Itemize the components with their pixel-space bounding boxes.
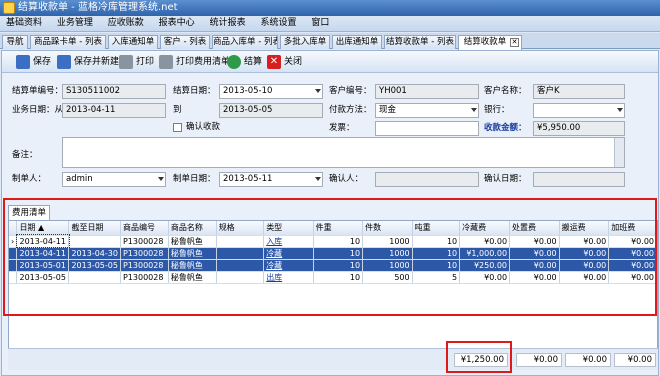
- print-button[interactable]: 打印: [119, 54, 154, 70]
- confirm-date-field[interactable]: [533, 172, 625, 187]
- remark-textarea[interactable]: [62, 137, 625, 168]
- window-titlebar: 结算收款单 - 蓝格冷库管理系统.net: [0, 0, 660, 16]
- pay-method-label: 付款方法：: [329, 105, 372, 115]
- highlight-sum-box: [446, 341, 512, 373]
- tab-settlement[interactable]: 结算收款单 ✕: [458, 35, 522, 50]
- maker-select[interactable]: admin: [62, 172, 166, 187]
- settle-button[interactable]: 结算: [227, 54, 262, 70]
- menu-item-reports[interactable]: 报表中心: [153, 16, 201, 31]
- save-and-new-button[interactable]: 保存并新建: [57, 54, 119, 70]
- printer-icon: [119, 55, 133, 69]
- confirm-date-label: 确认日期：: [484, 174, 527, 184]
- bank-label: 银行：: [484, 105, 510, 115]
- chevron-down-icon: [158, 177, 164, 181]
- tab-customer-list[interactable]: 客户 - 列表: [160, 35, 210, 49]
- tab-stack-card-list[interactable]: 商品跺卡单 - 列表: [30, 35, 106, 49]
- tab-multi-inbound[interactable]: 多批入库单: [280, 35, 330, 49]
- remark-label: 备注：: [12, 150, 38, 160]
- save-button[interactable]: 保存: [16, 54, 51, 70]
- chevron-down-icon: [617, 108, 623, 112]
- received-amount-field[interactable]: ¥5,950.00: [533, 121, 625, 136]
- customer-name-field[interactable]: 客户K: [533, 84, 625, 99]
- biz-date-from-field[interactable]: 2013-04-11: [62, 103, 166, 118]
- tab-inbound-notice[interactable]: 入库通知单: [108, 35, 158, 49]
- to-label: 到: [173, 105, 182, 115]
- tab-inbound-list[interactable]: 商品入库单 - 列表: [212, 35, 278, 49]
- invoice-field[interactable]: [375, 121, 479, 136]
- chevron-down-icon: [315, 177, 321, 181]
- confirmer-label: 确认人：: [329, 174, 364, 184]
- customer-code-label: 客户编号：: [329, 86, 372, 96]
- floppy-disk-plus-icon: [57, 55, 71, 69]
- close-icon: ✕: [267, 55, 281, 69]
- chevron-down-icon: [471, 108, 477, 112]
- sum-handling-fee: ¥0.00: [565, 353, 611, 367]
- tab-navigation[interactable]: 导航: [2, 35, 28, 49]
- biz-date-to-field[interactable]: 2013-05-05: [219, 103, 323, 118]
- tab-settlement-list[interactable]: 结算收款单 - 列表: [384, 35, 456, 49]
- make-date-label: 制单日期：: [173, 174, 216, 184]
- settle-date-field[interactable]: 2013-05-10: [219, 84, 323, 99]
- confirm-receipt-checkbox[interactable]: [173, 123, 182, 132]
- settle-no-field[interactable]: S130511002: [62, 84, 166, 99]
- menu-bar: 基础资料 业务管理 应收账款 报表中心 统计报表 系统设置 窗口: [0, 16, 660, 32]
- print-fee-list-button[interactable]: 打印费用清单: [159, 54, 230, 70]
- sum-disposal-fee: ¥0.00: [516, 353, 562, 367]
- document-tabs: 导航 商品跺卡单 - 列表 入库通知单 客户 - 列表 商品入库单 - 列表 多…: [0, 33, 660, 50]
- menu-item-basic-data[interactable]: 基础资料: [0, 16, 48, 31]
- grid-summary-footer: ¥1,250.00 ¥0.00 ¥0.00 ¥0.00: [8, 348, 658, 370]
- settle-no-label: 结算单编号：: [12, 86, 64, 96]
- toolbar: 保存 保存并新建 打印 打印费用清单 结算 ✕ 关闭: [2, 51, 658, 73]
- sum-overtime-fee: ¥0.00: [614, 353, 656, 367]
- close-button[interactable]: ✕ 关闭: [267, 54, 302, 70]
- menu-item-window[interactable]: 窗口: [305, 16, 335, 31]
- chevron-down-icon: [315, 89, 321, 93]
- biz-date-label: 业务日期：从: [12, 105, 64, 115]
- highlight-grid-box: [3, 198, 657, 316]
- floppy-disk-icon: [16, 55, 30, 69]
- printer-list-icon: [159, 55, 173, 69]
- customer-code-field[interactable]: YH001: [375, 84, 479, 99]
- bank-select[interactable]: [533, 103, 625, 118]
- customer-name-label: 客户名称：: [484, 86, 527, 96]
- menu-item-business[interactable]: 业务管理: [51, 16, 99, 31]
- make-date-field[interactable]: 2013-05-11: [219, 172, 323, 187]
- settle-date-label: 结算日期：: [173, 86, 216, 96]
- tab-settlement-label: 结算收款单: [463, 37, 507, 47]
- invoice-label: 发票：: [329, 123, 355, 133]
- window-title: 结算收款单 - 蓝格冷库管理系统.net: [18, 2, 178, 13]
- tab-close-icon[interactable]: ✕: [510, 38, 519, 47]
- received-amount-label: 收款金额：: [484, 123, 527, 133]
- pay-method-select[interactable]: 现金: [375, 103, 479, 118]
- remark-scrollbar[interactable]: [614, 138, 624, 167]
- confirm-receipt-label: 确认收款: [186, 122, 221, 132]
- menu-item-statistics[interactable]: 统计报表: [204, 16, 252, 31]
- menu-item-receivables[interactable]: 应收账款: [102, 16, 150, 31]
- settle-gear-icon: [227, 55, 241, 69]
- app-icon: [3, 2, 15, 14]
- maker-label: 制单人：: [12, 174, 47, 184]
- confirmer-field[interactable]: [375, 172, 479, 187]
- menu-item-settings[interactable]: 系统设置: [254, 16, 302, 31]
- tab-outbound-notice[interactable]: 出库通知单: [332, 35, 382, 49]
